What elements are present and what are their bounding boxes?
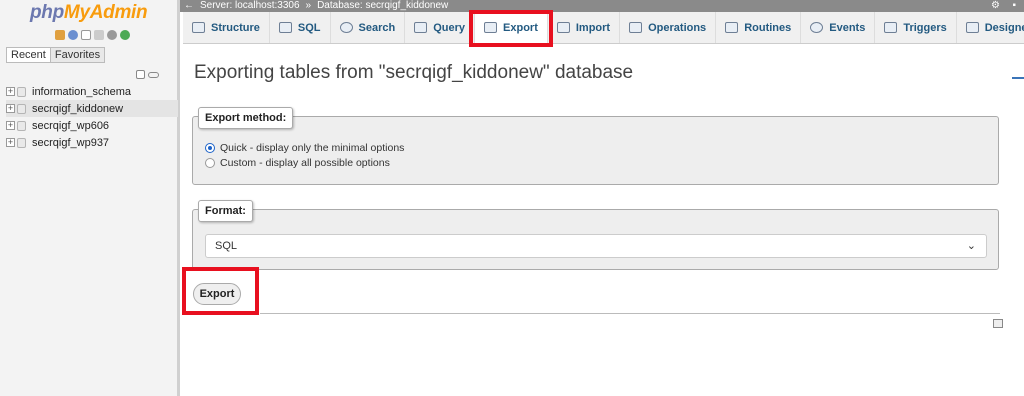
tab-label: Operations xyxy=(648,21,707,34)
reload-icon[interactable] xyxy=(120,30,130,40)
tab-designer[interactable]: Designer xyxy=(957,12,1024,43)
page-title: Exporting tables from "secrqigf_kiddonew… xyxy=(194,62,634,83)
tab-operations[interactable]: Operations xyxy=(620,12,717,43)
custom-radio[interactable] xyxy=(205,158,215,168)
export-method-fieldset: Export method: Quick - display only the … xyxy=(192,107,999,185)
db-name[interactable]: secrqigf_wp937 xyxy=(32,137,109,149)
db-item-secrqigf-kiddonew[interactable]: + secrqigf_kiddonew xyxy=(6,100,178,117)
tab-label: Import xyxy=(575,21,611,34)
logout-icon[interactable] xyxy=(68,30,78,40)
quick-option[interactable]: Quick - display only the minimal options xyxy=(205,142,404,154)
page-settings-icon[interactable] xyxy=(993,319,1003,328)
expand-icon[interactable]: + xyxy=(6,87,15,96)
tab-sql[interactable]: SQL xyxy=(270,12,331,43)
close-icon[interactable]: ▪ xyxy=(1012,0,1016,12)
db-name[interactable]: information_schema xyxy=(32,86,131,98)
format-selected-value: SQL xyxy=(215,240,238,252)
home-icon[interactable] xyxy=(55,30,65,40)
database-tree: + information_schema + secrqigf_kiddonew… xyxy=(6,83,178,151)
link-with-main-icon[interactable] xyxy=(148,71,159,78)
export-button[interactable]: Export xyxy=(193,283,241,305)
docs-icon[interactable] xyxy=(81,30,91,40)
quick-label[interactable]: Quick - display only the minimal options xyxy=(220,142,404,154)
tree-controls xyxy=(136,70,159,79)
import-icon xyxy=(556,22,570,33)
tab-routines[interactable]: Routines xyxy=(716,12,802,43)
operations-icon xyxy=(629,22,643,33)
tab-search[interactable]: Search xyxy=(331,12,406,43)
logo-myadmin-text: MyAdmin xyxy=(63,2,148,23)
sql-docs-icon[interactable] xyxy=(94,30,104,40)
tab-events[interactable]: Events xyxy=(801,12,876,43)
expand-icon[interactable]: + xyxy=(6,121,15,130)
back-arrow-icon[interactable]: ← xyxy=(184,0,194,12)
breadcrumb: ← Server: localhost:3306 » Database: sec… xyxy=(180,0,1024,12)
search-icon xyxy=(339,22,353,33)
divider xyxy=(260,313,1000,314)
tab-label: Search xyxy=(358,21,396,34)
tab-query[interactable]: Query xyxy=(405,12,476,43)
export-method-legend: Export method: xyxy=(198,107,294,129)
tab-label: Structure xyxy=(211,21,260,34)
export-icon xyxy=(484,22,498,33)
tab-label: Query xyxy=(433,21,466,34)
tab-export[interactable]: Export xyxy=(469,10,553,47)
expand-icon[interactable]: + xyxy=(6,104,15,113)
database-icon xyxy=(17,137,26,148)
format-select[interactable]: SQL ⌄ xyxy=(205,234,987,258)
designer-icon xyxy=(965,22,979,33)
tab-label: Routines xyxy=(744,21,792,34)
db-item-secrqigf-wp937[interactable]: + secrqigf_wp937 xyxy=(6,134,178,151)
tab-label: Designer xyxy=(984,21,1024,34)
tab-label: Events xyxy=(829,21,866,34)
tab-structure[interactable]: Structure xyxy=(183,12,270,43)
database-icon xyxy=(17,86,26,97)
breadcrumb-database[interactable]: Database: secrqigf_kiddonew xyxy=(317,0,448,12)
custom-label[interactable]: Custom - display all possible options xyxy=(220,157,390,169)
db-name[interactable]: secrqigf_kiddonew xyxy=(32,103,123,115)
logo-php-text: php xyxy=(30,2,64,23)
events-icon xyxy=(810,22,824,33)
quick-icons xyxy=(55,30,130,40)
breadcrumb-server[interactable]: Server: localhost:3306 xyxy=(200,0,300,12)
expand-icon[interactable]: + xyxy=(6,138,15,147)
db-item-information-schema[interactable]: + information_schema xyxy=(6,83,178,100)
tab-label: Export xyxy=(503,21,538,34)
gear-icon[interactable]: ⚙ xyxy=(991,0,1000,12)
database-icon xyxy=(17,120,26,131)
tab-label: SQL xyxy=(297,21,321,34)
format-fieldset: Format: SQL ⌄ xyxy=(192,200,999,270)
favorites-button[interactable]: Favorites xyxy=(49,47,106,63)
database-icon xyxy=(17,103,26,114)
structure-icon xyxy=(192,22,205,33)
tab-triggers[interactable]: Triggers xyxy=(875,12,957,43)
tab-import[interactable]: Import xyxy=(548,12,621,43)
db-name[interactable]: secrqigf_wp606 xyxy=(32,120,109,132)
recent-favorites-tabs: Recent Favorites xyxy=(6,47,106,63)
tab-label: Triggers xyxy=(903,21,947,34)
sql-icon xyxy=(278,22,292,33)
tab-bar: Structure SQL Search Query Export Import… xyxy=(183,10,1024,47)
settings-icon[interactable] xyxy=(107,30,117,40)
chevron-down-icon: ⌄ xyxy=(966,240,976,252)
recent-button[interactable]: Recent xyxy=(6,47,51,63)
custom-option[interactable]: Custom - display all possible options xyxy=(205,157,390,169)
triggers-icon xyxy=(884,22,898,33)
db-item-secrqigf-wp606[interactable]: + secrqigf_wp606 xyxy=(6,117,178,134)
breadcrumb-separator: » xyxy=(305,0,312,11)
collapse-all-icon[interactable] xyxy=(136,70,145,79)
navigation-panel: phpMyAdmin Recent Favorites + informatio… xyxy=(0,0,180,396)
routines-icon xyxy=(725,22,739,33)
format-legend: Format: xyxy=(198,200,253,222)
quick-radio[interactable] xyxy=(205,143,215,153)
phpmyadmin-logo[interactable]: phpMyAdmin xyxy=(30,2,148,24)
scroll-marker xyxy=(1012,77,1024,79)
query-icon xyxy=(414,22,428,33)
